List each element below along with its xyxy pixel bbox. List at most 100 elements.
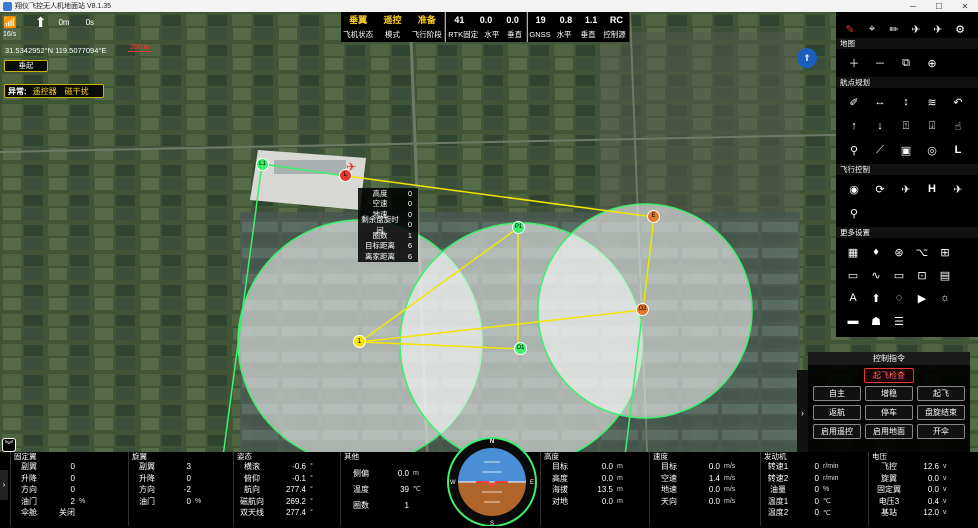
- joystick2-icon[interactable]: ⊡: [911, 264, 933, 286]
- circle-icon[interactable]: ◎: [920, 139, 944, 161]
- close-icon[interactable]: ✕: [952, 2, 978, 11]
- auto-button[interactable]: 自主: [813, 386, 861, 401]
- takeoff-mode-button[interactable]: 垂起: [4, 60, 48, 72]
- stop-button[interactable]: 停车: [865, 405, 913, 420]
- zoom-in-icon[interactable]: ＋: [842, 52, 866, 74]
- fixed-wing-title: 固定翼: [14, 452, 37, 461]
- doc-up-icon[interactable]: ⍐: [894, 115, 918, 137]
- window-icon[interactable]: ▬: [842, 310, 864, 332]
- parachute-button[interactable]: 开伞: [917, 424, 965, 439]
- stabilize-button[interactable]: 增稳: [865, 386, 913, 401]
- return-button[interactable]: 返航: [813, 405, 861, 420]
- height-title: 高度: [544, 452, 559, 461]
- alert-bar: 异常: 遥控器 磁干扰: [4, 84, 104, 98]
- alert-mag: 磁干扰: [64, 86, 89, 96]
- table-icon[interactable]: ▤: [934, 264, 956, 286]
- alert-remote: 遥控器: [32, 86, 57, 96]
- spiral-icon[interactable]: ◉: [842, 178, 866, 200]
- pulse-icon[interactable]: ∿: [865, 264, 887, 286]
- pencil-icon[interactable]: ✏: [884, 18, 904, 40]
- waypoint-L1[interactable]: L1: [256, 158, 269, 171]
- square-icon[interactable]: ▣: [894, 139, 918, 161]
- doc-down-icon[interactable]: ⍗: [920, 115, 944, 137]
- speed-title: 速度: [653, 452, 668, 461]
- waypoint-planning-title: 航点规划: [836, 77, 978, 88]
- signal-rate: 16/s: [3, 31, 17, 38]
- enable-ground-button[interactable]: 启用地面: [865, 424, 913, 439]
- bottom-expand-icon[interactable]: ︾: [2, 438, 16, 452]
- attitude-indicator: N S W E: [446, 432, 538, 527]
- video-icon[interactable]: ▶: [911, 287, 933, 309]
- pin-icon[interactable]: ⚲: [842, 139, 866, 161]
- layers-icon[interactable]: ⧉: [894, 52, 918, 74]
- drop-icon[interactable]: ♦: [865, 241, 887, 263]
- coords-readout: 31.5342952°N 119.5077094°E: [5, 46, 107, 55]
- calc-icon[interactable]: ⊞: [934, 241, 956, 263]
- fixed-wing-panel: 固定翼 副翼 0 升降 0 方向 0 油门 2% 伞舱 关闭: [10, 452, 118, 526]
- plane-icon[interactable]: ✈: [894, 178, 918, 200]
- rotor-panel: 旋翼 副翼 3 升降 0 方向 -2 油门 0%: [128, 452, 230, 526]
- other-panel: 其他 侧偏 0.0 m 温度 39 ℃ 圈数 1: [340, 452, 442, 526]
- touch-icon[interactable]: ☝: [946, 115, 970, 137]
- brush-icon[interactable]: ✎: [840, 18, 860, 40]
- polyline-icon[interactable]: ⟋: [868, 139, 892, 161]
- gear-icon[interactable]: ⚙: [950, 18, 970, 40]
- wind-icon[interactable]: ≋: [920, 91, 944, 113]
- more-settings-title: 更多设置: [836, 227, 978, 238]
- pen-icon[interactable]: ✐: [842, 91, 866, 113]
- waypoint-O2[interactable]: O2: [636, 303, 649, 316]
- enable-rc-button[interactable]: 启用遥控: [813, 424, 861, 439]
- control-command-title: 控制指令: [808, 352, 970, 365]
- other-title: 其他: [344, 452, 359, 461]
- time-readout: 0s: [85, 18, 95, 27]
- list-icon[interactable]: ☰: [888, 310, 910, 332]
- map-pin-icon[interactable]: ⌖: [862, 18, 882, 40]
- title-bar: 翔仪飞控无人机地面站 V8.1.35 ─ ☐ ✕: [0, 0, 978, 12]
- panel-collapse-icon[interactable]: ›: [797, 370, 808, 456]
- undo-icon[interactable]: ↶: [946, 91, 970, 113]
- pin-drop-icon[interactable]: ⚲: [842, 202, 866, 224]
- brightness-icon[interactable]: ☼: [934, 287, 956, 309]
- L-icon[interactable]: L: [946, 139, 970, 161]
- waypoint-E[interactable]: E: [647, 210, 660, 223]
- up-arrow-icon[interactable]: ↑: [842, 115, 866, 137]
- locate-icon[interactable]: ⊕: [920, 52, 944, 74]
- preflight-check-button[interactable]: 起飞检查: [864, 368, 914, 383]
- height-panel: 高度 目标 0.0 m 高度 0.0 m 海拔 13.5 m 对地 0.0 m: [540, 452, 642, 526]
- chat-icon[interactable]: ◌: [888, 287, 910, 309]
- takeoff-button[interactable]: 起飞: [917, 386, 965, 401]
- flight-control-title: 飞行控制: [836, 164, 978, 175]
- arrows-h-icon[interactable]: ↔: [868, 91, 892, 113]
- bottom-left-arrow-icon[interactable]: ›: [0, 470, 8, 500]
- rotate-icon[interactable]: ⟳: [868, 178, 892, 200]
- plane-fly-icon[interactable]: ✈: [906, 18, 926, 40]
- svg-text:S: S: [490, 521, 494, 526]
- arrows-v-icon[interactable]: ↕: [894, 91, 918, 113]
- maximize-icon[interactable]: ☐: [926, 2, 952, 11]
- grid-icon[interactable]: ▦: [842, 241, 864, 263]
- joystick-icon[interactable]: ⌥: [911, 241, 933, 263]
- speed-panel: 速度 目标 0.0 m/s 空速 1.4 m/s 地速 0.0 m/s 天向 0.0 m/s: [649, 452, 753, 526]
- top-status-bar: 垂翼 遥控 准备 飞机状态 模式 飞行阶段 41 0.0 0.0 RTK固定 水平 垂直 19 0…: [341, 12, 630, 42]
- monitor-icon[interactable]: ▭: [842, 264, 864, 286]
- font-icon[interactable]: A: [842, 287, 864, 309]
- user-icon[interactable]: ☗: [865, 310, 887, 332]
- takeoff-icon[interactable]: ✈: [946, 178, 970, 200]
- aim-icon[interactable]: ⊛: [888, 241, 910, 263]
- app-icon: [3, 1, 12, 11]
- attitude-title: 姿态: [237, 452, 252, 461]
- waypoint-1[interactable]: 1: [353, 335, 366, 348]
- alert-label: 异常:: [8, 86, 27, 96]
- battery-icon[interactable]: ▭: [888, 264, 910, 286]
- minimize-icon[interactable]: ─: [900, 2, 926, 11]
- end-loiter-button[interactable]: 盘旋结束: [917, 405, 965, 420]
- north-indicator-icon[interactable]: ⇑: [797, 48, 817, 68]
- control-command-panel: 控制指令 起飞检查 自主 增稳 起飞 返航 停车 盘旋结束 启用遥控 启用地面 …: [808, 352, 970, 456]
- down-arrow-icon[interactable]: ↓: [868, 115, 892, 137]
- H-icon[interactable]: H: [920, 178, 944, 200]
- waypoint-O1[interactable]: O1: [514, 342, 527, 355]
- zoom-out-icon[interactable]: －: [868, 52, 892, 74]
- waypoint-P1[interactable]: P1: [512, 221, 525, 234]
- upload-icon[interactable]: ⬆: [865, 287, 887, 309]
- plane-land-icon[interactable]: ✈: [928, 18, 948, 40]
